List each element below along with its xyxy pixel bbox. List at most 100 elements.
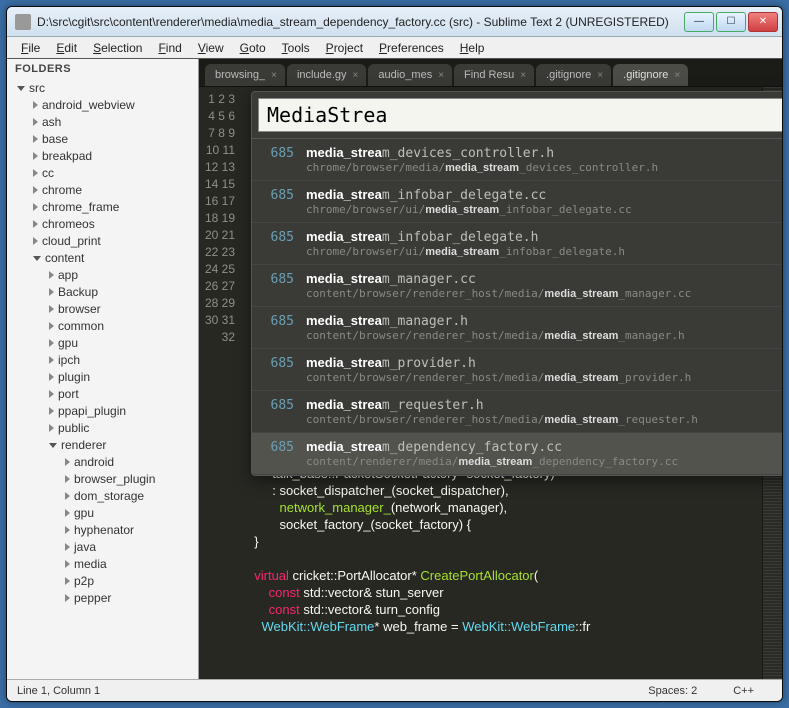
close-icon[interactable]: × <box>438 70 444 81</box>
close-icon[interactable]: × <box>674 70 680 81</box>
menu-project[interactable]: Project <box>318 39 371 57</box>
tree-item[interactable]: android_webview <box>7 96 198 113</box>
menu-edit[interactable]: Edit <box>48 39 85 57</box>
titlebar[interactable]: D:\src\cgit\src\content\renderer\media\m… <box>7 7 782 37</box>
tree-item[interactable]: plugin <box>7 368 198 385</box>
tree-item[interactable]: p2p <box>7 572 198 589</box>
goto-result[interactable]: 685media_stream_manager.cccontent/browse… <box>252 265 783 307</box>
tree-item[interactable]: ipch <box>7 351 198 368</box>
menu-file[interactable]: File <box>13 39 48 57</box>
goto-result[interactable]: 685media_stream_requester.hcontent/brows… <box>252 391 783 433</box>
folder-tree[interactable]: srcandroid_webviewashbasebreakpadccchrom… <box>7 77 198 679</box>
chevron-right-icon[interactable] <box>49 271 54 279</box>
chevron-right-icon[interactable] <box>65 577 70 585</box>
tab[interactable]: include.gy× <box>287 64 366 86</box>
chevron-right-icon[interactable] <box>65 543 70 551</box>
tree-item[interactable]: app <box>7 266 198 283</box>
menu-help[interactable]: Help <box>452 39 493 57</box>
chevron-right-icon[interactable] <box>33 118 38 126</box>
status-indent[interactable]: Spaces: 2 <box>630 685 715 697</box>
chevron-right-icon[interactable] <box>65 560 70 568</box>
chevron-right-icon[interactable] <box>49 305 54 313</box>
tree-item[interactable]: gpu <box>7 504 198 521</box>
close-icon[interactable]: × <box>597 70 603 81</box>
chevron-right-icon[interactable] <box>33 220 38 228</box>
tree-item[interactable]: chrome_frame <box>7 198 198 215</box>
menu-view[interactable]: View <box>190 39 232 57</box>
chevron-right-icon[interactable] <box>65 492 70 500</box>
menu-selection[interactable]: Selection <box>85 39 150 57</box>
goto-result[interactable]: 685media_stream_provider.hcontent/browse… <box>252 349 783 391</box>
status-position[interactable]: Line 1, Column 1 <box>17 685 100 697</box>
tree-item[interactable]: ash <box>7 113 198 130</box>
tree-item[interactable]: pepper <box>7 589 198 606</box>
chevron-right-icon[interactable] <box>49 339 54 347</box>
tree-item[interactable]: renderer <box>7 436 198 453</box>
tab[interactable]: .gitignore× <box>613 64 688 86</box>
menu-tools[interactable]: Tools <box>274 39 318 57</box>
close-button[interactable]: ✕ <box>748 12 778 32</box>
tab[interactable]: .gitignore× <box>536 64 611 86</box>
tree-item[interactable]: ppapi_plugin <box>7 402 198 419</box>
tree-item[interactable]: browser <box>7 300 198 317</box>
tree-item[interactable]: content <box>7 249 198 266</box>
tree-item[interactable]: chrome <box>7 181 198 198</box>
chevron-right-icon[interactable] <box>33 237 38 245</box>
chevron-right-icon[interactable] <box>33 101 38 109</box>
close-icon[interactable]: × <box>271 70 277 81</box>
chevron-right-icon[interactable] <box>65 509 70 517</box>
chevron-right-icon[interactable] <box>33 135 38 143</box>
chevron-right-icon[interactable] <box>65 526 70 534</box>
tree-item[interactable]: media <box>7 555 198 572</box>
menu-goto[interactable]: Goto <box>232 39 274 57</box>
chevron-right-icon[interactable] <box>49 356 54 364</box>
tree-item[interactable]: cloud_print <box>7 232 198 249</box>
tree-item[interactable]: java <box>7 538 198 555</box>
chevron-right-icon[interactable] <box>65 458 70 466</box>
tree-item[interactable]: hyphenator <box>7 521 198 538</box>
goto-result[interactable]: 685media_stream_devices_controller.hchro… <box>252 139 783 181</box>
chevron-right-icon[interactable] <box>65 594 70 602</box>
chevron-down-icon[interactable] <box>33 256 41 261</box>
tree-item[interactable]: base <box>7 130 198 147</box>
tree-item[interactable]: gpu <box>7 334 198 351</box>
chevron-right-icon[interactable] <box>49 322 54 330</box>
tree-item[interactable]: chromeos <box>7 215 198 232</box>
tree-item[interactable]: Backup <box>7 283 198 300</box>
chevron-down-icon[interactable] <box>17 86 25 91</box>
tree-item[interactable]: dom_storage <box>7 487 198 504</box>
close-icon[interactable]: × <box>353 70 359 81</box>
tree-item[interactable]: browser_plugin <box>7 470 198 487</box>
tree-item[interactable]: src <box>7 79 198 96</box>
chevron-right-icon[interactable] <box>33 186 38 194</box>
goto-result[interactable]: 685media_stream_infobar_delegate.ccchrom… <box>252 181 783 223</box>
tree-item[interactable]: public <box>7 419 198 436</box>
goto-result[interactable]: 685media_stream_dependency_factory.cccon… <box>252 433 783 475</box>
chevron-right-icon[interactable] <box>49 407 54 415</box>
tree-item[interactable]: cc <box>7 164 198 181</box>
chevron-right-icon[interactable] <box>33 169 38 177</box>
tree-item[interactable]: android <box>7 453 198 470</box>
tab[interactable]: Find Resu× <box>454 64 534 86</box>
menu-preferences[interactable]: Preferences <box>371 39 452 57</box>
goto-result[interactable]: 685media_stream_manager.hcontent/browser… <box>252 307 783 349</box>
goto-results[interactable]: 685media_stream_devices_controller.hchro… <box>252 138 783 475</box>
chevron-right-icon[interactable] <box>33 152 38 160</box>
status-syntax[interactable]: C++ <box>715 685 772 697</box>
tab[interactable]: audio_mes× <box>368 64 452 86</box>
chevron-right-icon[interactable] <box>65 475 70 483</box>
goto-result[interactable]: 685media_stream_infobar_delegate.hchrome… <box>252 223 783 265</box>
maximize-button[interactable]: ☐ <box>716 12 746 32</box>
close-icon[interactable]: × <box>520 70 526 81</box>
chevron-right-icon[interactable] <box>33 203 38 211</box>
chevron-right-icon[interactable] <box>49 390 54 398</box>
chevron-right-icon[interactable] <box>49 373 54 381</box>
chevron-right-icon[interactable] <box>49 288 54 296</box>
minimize-button[interactable]: — <box>684 12 714 32</box>
tree-item[interactable]: port <box>7 385 198 402</box>
goto-input[interactable] <box>259 99 783 131</box>
chevron-right-icon[interactable] <box>49 424 54 432</box>
chevron-down-icon[interactable] <box>49 443 57 448</box>
menu-find[interactable]: Find <box>150 39 189 57</box>
tree-item[interactable]: common <box>7 317 198 334</box>
